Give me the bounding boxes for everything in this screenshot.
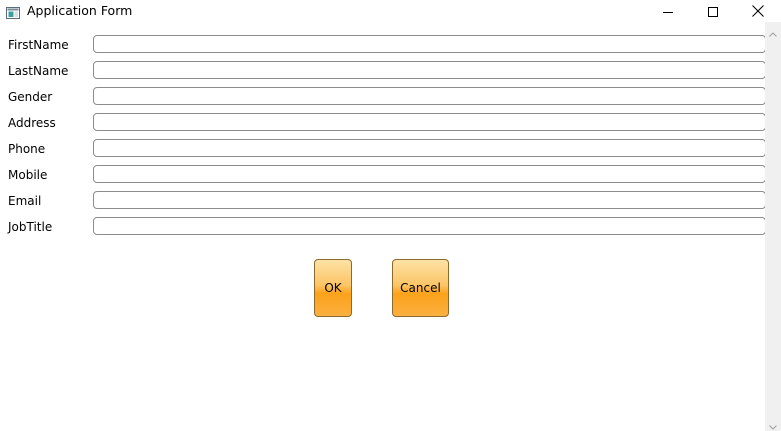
close-button[interactable] [735,0,780,22]
lastname-input[interactable] [93,61,766,79]
close-icon [751,2,764,21]
minimize-button[interactable] [645,0,690,22]
label-address: Address [8,116,56,130]
cancel-button-label: Cancel [400,281,441,295]
label-email: Email [8,194,42,208]
label-mobile: Mobile [8,168,48,182]
minimize-icon [662,2,673,21]
label-jobtitle: JobTitle [8,220,53,234]
ok-button[interactable]: OK [314,259,352,317]
label-lastname: LastName [8,64,69,78]
label-gender: Gender [8,90,53,104]
application-window: Application Form FirstName LastName Gend… [0,0,781,431]
phone-input[interactable] [93,139,766,157]
address-input[interactable] [93,113,766,131]
mobile-input[interactable] [93,165,766,183]
maximize-button[interactable] [690,0,735,22]
window-title: Application Form [27,3,133,18]
ok-button-label: OK [324,281,342,295]
app-window-icon [6,4,20,19]
email-input[interactable] [93,191,766,209]
title-bar[interactable]: Application Form [0,0,781,22]
cancel-button[interactable]: Cancel [392,259,449,317]
chevron-down-icon [769,415,777,431]
chevron-up-icon [769,22,777,41]
firstname-input[interactable] [93,35,766,53]
scroll-down-button[interactable] [765,417,781,431]
label-firstname: FirstName [8,38,69,52]
maximize-icon [707,2,718,21]
vertical-scrollbar[interactable] [765,22,781,431]
jobtitle-input[interactable] [93,217,766,235]
label-phone: Phone [8,142,46,156]
gender-input[interactable] [93,87,766,105]
scroll-up-button[interactable] [765,24,781,38]
